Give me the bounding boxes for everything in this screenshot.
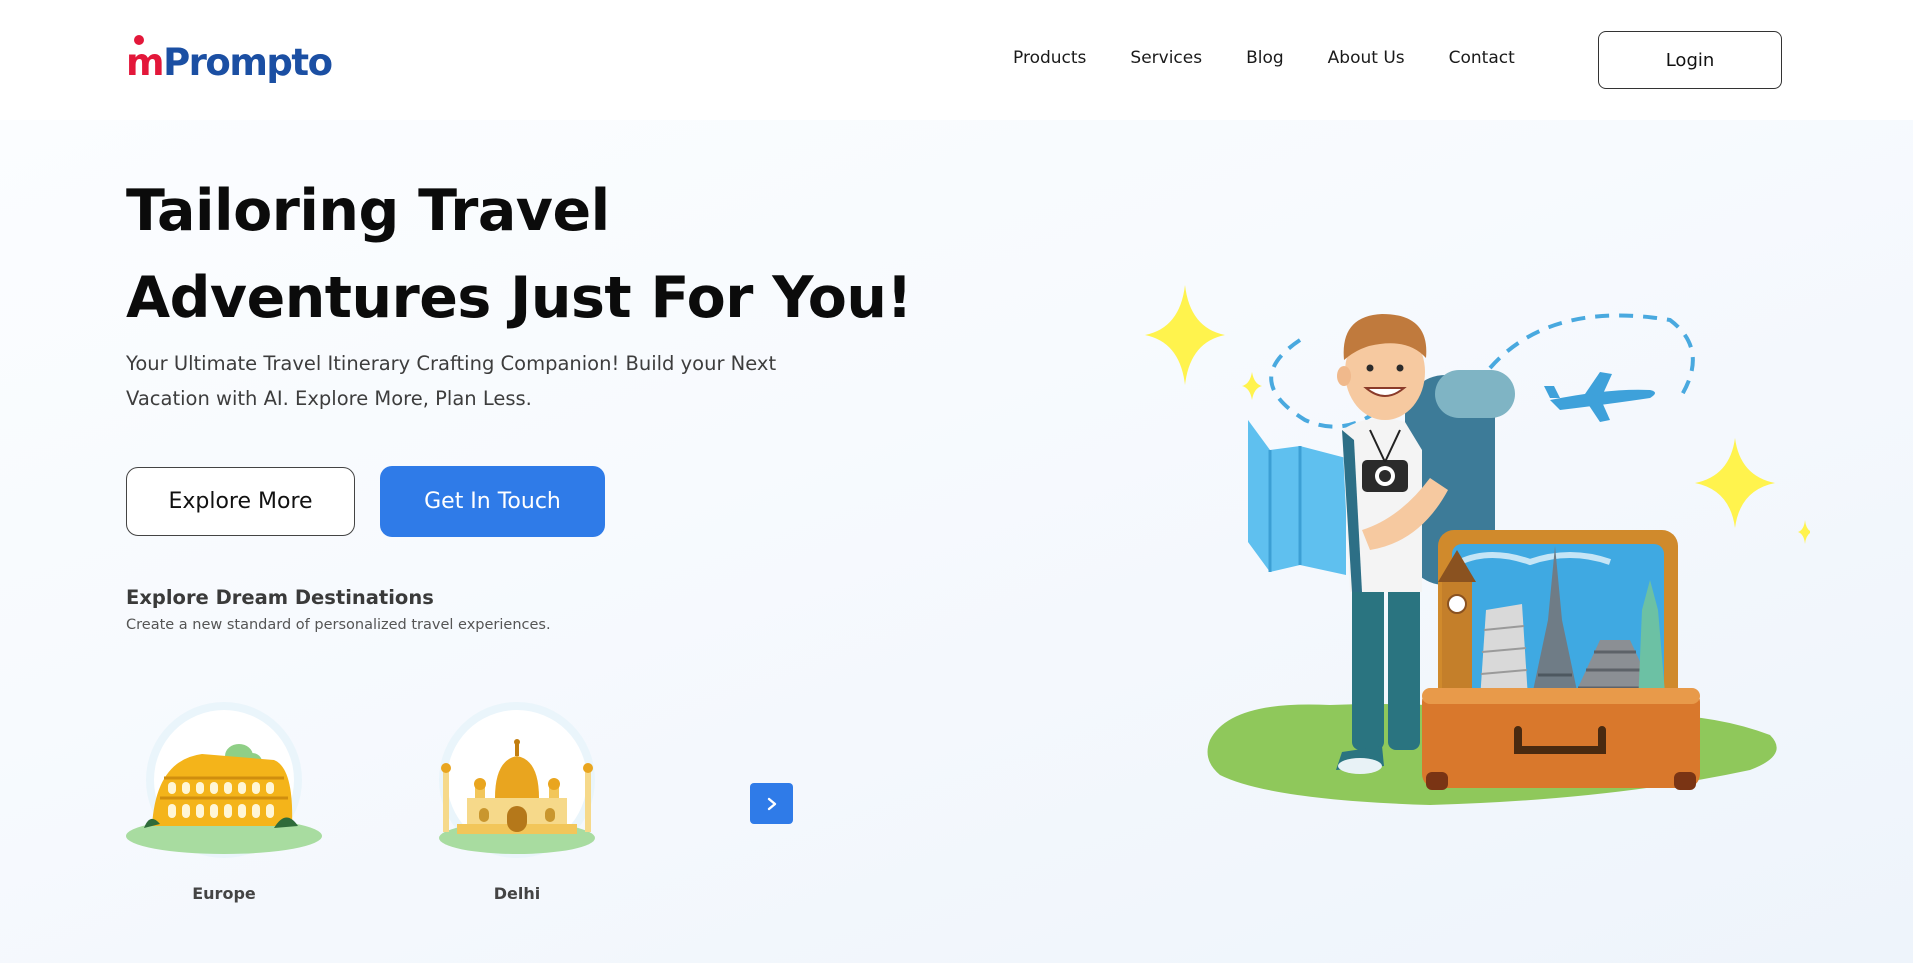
destinations-subtitle: Create a new standard of personalized tr… <box>126 617 551 633</box>
destinations-title: Explore Dream Destinations <box>126 586 434 609</box>
destination-card-delhi[interactable]: Delhi <box>417 698 617 908</box>
destination-card-europe[interactable]: Europe <box>124 698 324 908</box>
get-in-touch-button[interactable]: Get In Touch <box>380 466 605 537</box>
header: m Prompto Products Services Blog About Us… <box>0 0 1913 120</box>
nav-blog[interactable]: Blog <box>1246 48 1284 68</box>
hero-subtitle-line2: Vacation with AI. Explore More, Plan Les… <box>126 387 532 410</box>
nav-about-us[interactable]: About Us <box>1328 48 1405 68</box>
colosseum-icon <box>126 702 322 858</box>
nav-contact[interactable]: Contact <box>1449 48 1515 68</box>
hero-subtitle: Your Ultimate Travel Itinerary Crafting … <box>126 346 826 416</box>
traveler-illustration <box>1145 285 1810 805</box>
airplane-icon <box>1544 372 1655 422</box>
login-button[interactable]: Login <box>1598 31 1782 89</box>
taj-mahal-icon <box>439 702 595 858</box>
explore-more-button[interactable]: Explore More <box>126 467 355 536</box>
logo-m: m <box>126 35 165 84</box>
logo-text: Prompto <box>163 41 333 84</box>
hero-title-line1: Tailoring Travel <box>126 178 610 244</box>
logo[interactable]: m Prompto <box>126 34 333 84</box>
main-nav: Products Services Blog About Us Contact <box>1013 48 1559 68</box>
nav-products[interactable]: Products <box>1013 48 1086 68</box>
hero-subtitle-line1: Your Ultimate Travel Itinerary Crafting … <box>126 352 777 375</box>
hero-title: Tailoring Travel Adventures Just For You… <box>126 168 946 342</box>
hero-title-line2: Adventures Just For You! <box>126 265 913 331</box>
nav-services[interactable]: Services <box>1130 48 1202 68</box>
destination-label-delhi: Delhi <box>493 884 541 903</box>
chevron-right-icon <box>767 797 776 810</box>
destination-label-europe: Europe <box>192 884 256 903</box>
carousel-next-button[interactable] <box>750 783 793 824</box>
